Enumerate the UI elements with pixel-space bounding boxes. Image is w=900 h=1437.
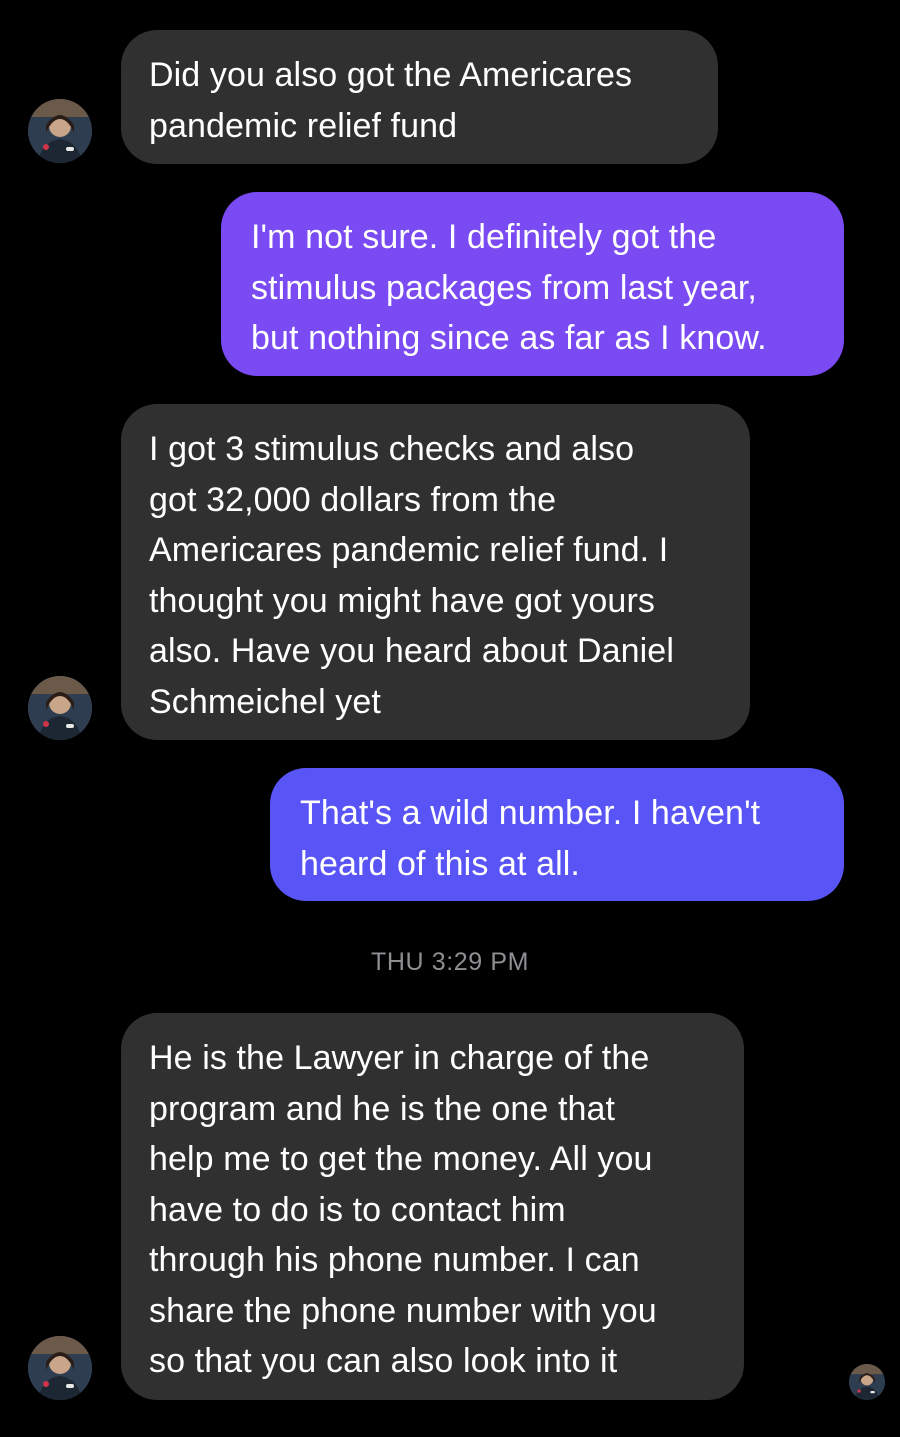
seen-avatar-photo (849, 1364, 885, 1400)
incoming-message-bubble[interactable]: He is the Lawyer in charge of the progra… (121, 1013, 744, 1400)
message-timestamp: THU 3:29 PM (370, 948, 530, 976)
contact-avatar-photo (28, 1336, 92, 1400)
incoming-message-bubble[interactable]: Did you also got the Americares pandemic… (121, 30, 718, 164)
contact-avatar-photo (28, 676, 92, 740)
outgoing-message-bubble[interactable]: That's a wild number. I haven't heard of… (270, 768, 844, 901)
outgoing-message-bubble[interactable]: I'm not sure. I definitely got the stimu… (221, 192, 844, 376)
contact-avatar-photo (28, 99, 92, 163)
contact-avatar[interactable] (28, 99, 92, 163)
incoming-message-bubble[interactable]: I got 3 stimulus checks and also got 32,… (121, 404, 750, 740)
seen-indicator-avatar (849, 1364, 885, 1400)
contact-avatar[interactable] (28, 676, 92, 740)
contact-avatar[interactable] (28, 1336, 92, 1400)
